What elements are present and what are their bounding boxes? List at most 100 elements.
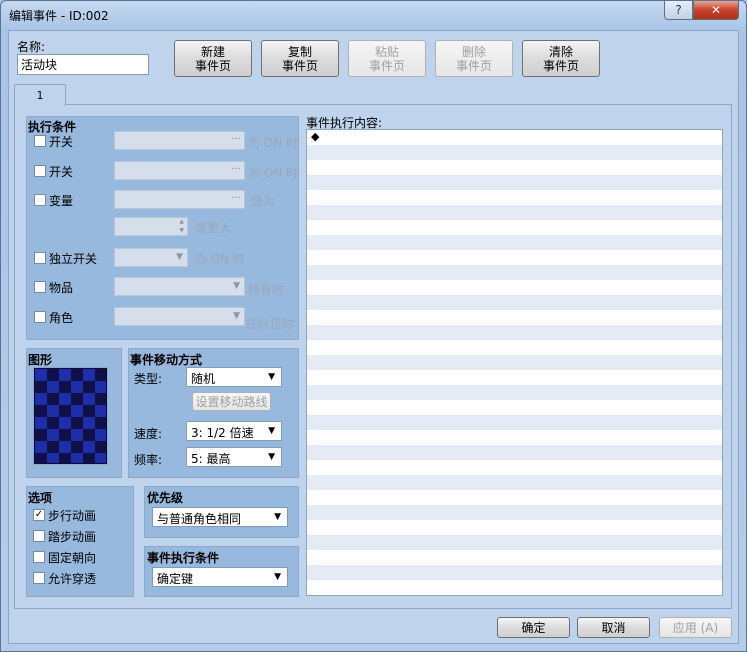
help-icon: ? [675,3,682,17]
priority-title: 优先级 [147,491,184,505]
spin-up-icon[interactable]: ▲ [179,218,184,225]
delete-page-label-1: 删除 [461,44,486,59]
through-label: 允许穿透 [48,572,97,586]
self-switch-suffix: 为 ON 时 [195,252,246,266]
self-switch-checkbox[interactable] [34,252,46,264]
actor-select[interactable]: ▼ [114,307,245,326]
variable-label: 变量 [49,194,74,208]
switch2-label: 开关 [49,165,74,179]
variable-checkbox[interactable] [34,194,46,206]
priority-value: 与普通角色相同 [157,512,242,526]
speed-label: 速度: [134,427,163,441]
copy-page-label-2: 事件页 [281,58,318,73]
self-switch-label: 独立开关 [49,252,98,266]
copy-page-label-1: 复制 [287,44,312,59]
apply-button[interactable]: 应用 (A) [659,617,732,638]
actor-suffix: 在队伍时 [246,317,295,331]
new-page-label-1: 新建 [200,44,225,59]
chevron-down-icon: ▼ [274,512,281,522]
command-marker-icon: ◆ [311,130,320,143]
trigger-value: 确定键 [157,572,194,586]
set-move-route-button[interactable]: 设置移动路线 [192,392,271,411]
paste-page-label-2: 事件页 [368,58,405,73]
ellipsis-icon: ··· [231,164,241,175]
direction-fix-label: 固定朝向 [48,551,97,565]
switch1-checkbox[interactable] [34,135,46,147]
stepping-anim-label: 踏步动画 [48,530,97,544]
variable-field[interactable]: ··· [114,190,245,209]
new-page-button[interactable]: 新建 事件页 [174,40,252,77]
spin-down-icon[interactable]: ▼ [179,227,184,234]
clear-page-label-1: 清除 [548,44,573,59]
priority-select[interactable]: 与普通角色相同 ▼ [152,507,288,527]
trigger-title: 事件执行条件 [147,551,220,565]
chevron-down-icon: ▼ [176,252,183,262]
move-type-value: 随机 [191,372,216,386]
actor-label: 角色 [49,311,74,325]
speed-select[interactable]: 3: 1/2 倍速 ▼ [186,421,282,441]
speed-value: 3: 1/2 倍速 [191,426,254,440]
cancel-button[interactable]: 取消 [577,617,650,638]
actor-checkbox[interactable] [34,311,46,323]
clear-page-button[interactable]: 清除 事件页 [522,40,600,77]
item-suffix: 持有时 [248,283,285,297]
switch2-field[interactable]: ··· [114,161,245,180]
switch1-field[interactable]: ··· [114,131,245,150]
stepping-anim-checkbox[interactable] [33,530,45,542]
chevron-down-icon: ▼ [268,452,275,462]
paste-page-label-1: 粘贴 [374,44,399,59]
through-checkbox[interactable] [33,572,45,584]
set-move-route-label: 设置移动路线 [195,394,268,409]
move-type-select[interactable]: 随机 ▼ [186,367,282,387]
switch1-suffix: 为 ON 时 [248,136,299,150]
chevron-down-icon: ▼ [233,311,240,321]
new-page-label-2: 事件页 [194,58,231,73]
tile-pattern [35,369,106,463]
variable-value-stepper[interactable]: ▲ ▼ [114,217,188,236]
walking-anim-label: 步行动画 [48,509,97,523]
trigger-select[interactable]: 确定键 ▼ [152,567,288,587]
ok-button[interactable]: 确定 [497,617,570,638]
switch1-label: 开关 [49,135,74,149]
frequency-value: 5: 最高 [191,452,231,466]
title-bar[interactable]: 编辑事件 - ID:002 ? ✕ [1,1,746,29]
ellipsis-icon: ··· [231,134,241,145]
event-command-list[interactable]: ◆ [306,129,723,596]
clear-page-label-2: 事件页 [542,58,579,73]
delete-page-label-2: 事件页 [455,58,492,73]
chevron-down-icon: ▼ [274,572,281,582]
frequency-select[interactable]: 5: 最高 ▼ [186,447,282,467]
options-title: 选项 [28,491,53,505]
variable-suffix: 值为 [251,194,276,208]
name-input[interactable] [17,54,149,75]
chevron-down-icon: ▼ [233,281,240,291]
item-checkbox[interactable] [34,281,46,293]
list-item[interactable]: ◆ [307,130,722,145]
chevron-down-icon: ▼ [268,372,275,382]
frequency-label: 频率: [134,453,163,467]
close-icon: ✕ [710,3,722,17]
delete-page-button[interactable]: 删除 事件页 [435,40,513,77]
help-button[interactable]: ? [664,1,693,20]
direction-fix-checkbox[interactable] [33,551,45,563]
walking-anim-checkbox[interactable]: ✓ [33,509,45,521]
chevron-down-icon: ▼ [268,426,275,436]
switch2-suffix: 为 ON 时 [248,166,299,180]
self-switch-select[interactable]: ▼ [114,248,188,267]
movement-title: 事件移动方式 [130,353,203,367]
graphic-preview[interactable] [33,367,108,465]
item-select[interactable]: ▼ [114,277,245,296]
switch2-checkbox[interactable] [34,165,46,177]
apply-label: 应用 (A) [672,620,719,635]
item-label: 物品 [49,281,74,295]
ellipsis-icon: ··· [231,193,241,204]
check-icon: ✓ [34,509,44,520]
close-button[interactable]: ✕ [693,1,739,20]
copy-page-button[interactable]: 复制 事件页 [261,40,339,77]
tab-page-1-label: 1 [36,89,44,102]
paste-page-button[interactable]: 粘贴 事件页 [348,40,426,77]
name-label: 名称: [17,40,46,54]
tab-page-1[interactable]: 1 [14,84,66,106]
cancel-label: 取消 [601,620,626,635]
window-title: 编辑事件 - ID:002 [9,9,109,23]
